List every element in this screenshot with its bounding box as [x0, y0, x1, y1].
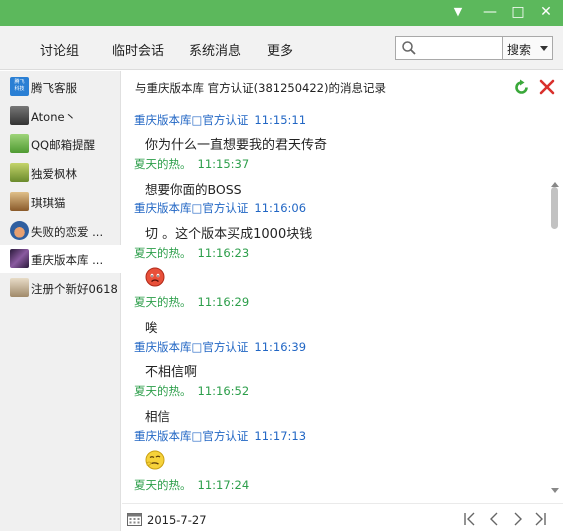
contact-item[interactable]: 腾飞 科技 腾飞客服: [0, 73, 121, 101]
message-time: 11:16:39: [254, 340, 307, 354]
message-scrollbar[interactable]: [547, 182, 563, 498]
history-footer: 2015-7-27: [122, 503, 563, 531]
history-date: 2015-7-27: [147, 513, 207, 527]
message-text: 切 。这个版本买成1000块钱: [145, 227, 313, 242]
message-time: 11:16:23: [197, 246, 250, 260]
close-icon[interactable]: ✕: [532, 0, 560, 26]
message-sender: 重庆版本库□官方认证: [134, 201, 249, 215]
angry-face-icon: [145, 267, 165, 287]
contact-item[interactable]: 注册个新好0618: [0, 274, 121, 302]
contact-name: 琪琪猫: [31, 196, 66, 210]
first-page-icon[interactable]: [462, 511, 478, 527]
contact-item[interactable]: 琪琪猫: [0, 188, 121, 216]
contact-item-selected[interactable]: 重庆版本库 ...: [0, 245, 121, 273]
message-sender: 夏天的热。: [134, 478, 192, 492]
contact-avatar: [10, 249, 29, 268]
minimize-icon[interactable]: —: [476, 0, 504, 26]
message-sender: 夏天的热。: [134, 295, 192, 309]
last-page-icon[interactable]: [532, 511, 548, 527]
message-header: 重庆版本库□官方认证 11:16:39: [134, 339, 306, 355]
message-text: 你为什么一直想要我的君天传奇: [145, 138, 328, 153]
delete-icon[interactable]: [539, 79, 555, 95]
message-sender: 重庆版本库□官方认证: [134, 429, 249, 443]
chevron-down-icon[interactable]: [540, 46, 548, 51]
contact-name: Atone丶: [31, 110, 77, 124]
message-header: 重庆版本库□官方认证 11:15:11: [134, 112, 306, 128]
message-time: 11:17:24: [197, 478, 250, 492]
tab-discussion-group[interactable]: 讨论组: [40, 40, 79, 59]
contact-avatar: [10, 192, 29, 211]
next-page-icon[interactable]: [510, 511, 526, 527]
contact-avatar: [10, 106, 29, 125]
message-sender: 重庆版本库□官方认证: [134, 340, 249, 354]
message-time: 11:16:06: [254, 201, 307, 215]
search-box[interactable]: [395, 36, 503, 60]
contact-avatar: [10, 134, 29, 153]
chat-header: 与重庆版本库 官方认证(381250422)的消息记录: [122, 71, 563, 101]
scroll-down-arrow-icon[interactable]: [551, 488, 559, 493]
title-bar: ▼ — □ ✕: [0, 0, 563, 26]
message-header: 夏天的热。 11:16:29: [134, 294, 249, 310]
chat-title: 与重庆版本库 官方认证(381250422)的消息记录: [135, 81, 386, 95]
maximize-icon[interactable]: □: [504, 0, 532, 26]
message-sender: 重庆版本库□官方认证: [134, 113, 249, 127]
message-sender: 夏天的热。: [134, 246, 192, 260]
contact-name: 注册个新好0618: [31, 282, 118, 296]
message-time: 11:15:37: [197, 157, 250, 171]
message-list: 重庆版本库□官方认证 11:15:11 你为什么一直想要我的君天传奇 夏天的热。 1…: [122, 101, 547, 501]
contact-avatar: [10, 278, 29, 297]
message-header: 重庆版本库□官方认证 11:17:13: [134, 428, 306, 444]
thinking-face-icon: [145, 450, 165, 470]
message-header: 夏天的热。 11:16:52: [134, 383, 249, 399]
previous-page-icon[interactable]: [486, 511, 502, 527]
contact-name: 独爱枫林: [31, 167, 77, 181]
search-input[interactable]: [420, 39, 500, 57]
message-header: 夏天的热。 11:16:23: [134, 245, 249, 261]
contact-sidebar: 腾飞 科技 腾飞客服 Atone丶 QQ邮箱提醒 独爱枫林 琪琪猫 失败的恋爱 .…: [0, 71, 121, 531]
tab-system-messages[interactable]: 系统消息: [189, 40, 241, 59]
message-text: 相信: [145, 409, 171, 424]
message-sender: 夏天的热。: [134, 157, 192, 171]
message-time: 11:17:13: [254, 429, 307, 443]
search-icon: [402, 41, 416, 55]
contact-item[interactable]: QQ邮箱提醒: [0, 130, 121, 158]
message-header: 重庆版本库□官方认证 11:16:06: [134, 200, 306, 216]
message-time: 11:16:52: [197, 384, 250, 398]
message-header: 夏天的热。 11:15:37: [134, 156, 249, 172]
contact-item[interactable]: 失败的恋爱 ...: [0, 217, 121, 245]
contact-name: QQ邮箱提醒: [31, 138, 96, 152]
contact-item[interactable]: Atone丶: [0, 102, 121, 130]
toolbar: 讨论组 临时会话 系统消息 更多 搜索: [0, 26, 563, 70]
contact-name: 失败的恋爱 ...: [31, 225, 104, 239]
contact-avatar: 腾飞 科技: [10, 77, 29, 96]
calendar-icon[interactable]: [127, 512, 142, 526]
contact-avatar: [10, 221, 29, 240]
contact-name: 重庆版本库 ...: [31, 253, 104, 267]
search-button[interactable]: 搜索: [503, 36, 553, 60]
refresh-icon[interactable]: [513, 79, 530, 96]
menu-dropdown-icon[interactable]: ▼: [444, 0, 472, 26]
search-button-label: 搜索: [507, 43, 532, 57]
contact-item[interactable]: 独爱枫林: [0, 159, 121, 187]
contact-avatar: [10, 163, 29, 182]
message-text: 唉: [145, 320, 158, 335]
message-header: 夏天的热。 11:17:24: [134, 477, 249, 493]
tab-temp-chat[interactable]: 临时会话: [112, 40, 164, 59]
message-time: 11:15:11: [254, 113, 307, 127]
message-text: 不相信啊: [145, 365, 198, 380]
tab-more[interactable]: 更多: [267, 40, 293, 59]
message-sender: 夏天的热。: [134, 384, 192, 398]
contact-name: 腾飞客服: [31, 81, 77, 95]
scrollbar-thumb[interactable]: [551, 187, 558, 229]
message-time: 11:16:29: [197, 295, 250, 309]
message-text: 想要你面的BOSS: [145, 182, 242, 197]
